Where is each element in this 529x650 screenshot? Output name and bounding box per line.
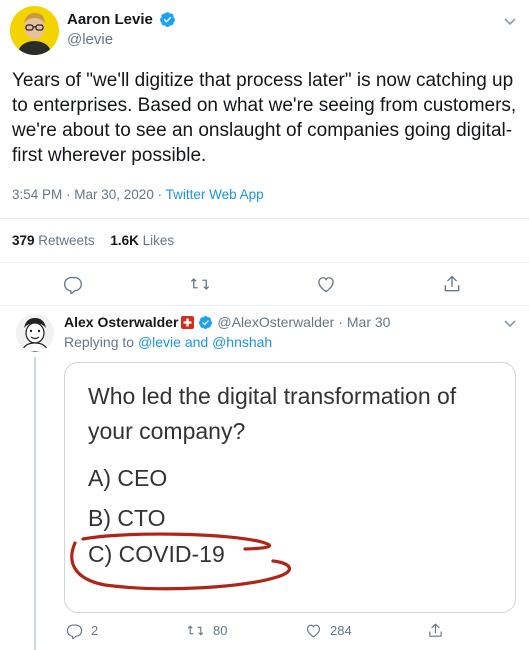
replying-to: Replying to @levie and @hnshah — [64, 334, 272, 350]
image-question: Who led the digital transformation of yo… — [88, 383, 457, 444]
reply-author-avatar[interactable] — [16, 314, 54, 352]
retweets-stat[interactable]: 379 Retweets — [12, 233, 95, 248]
tweet-source[interactable]: Twitter Web App — [166, 187, 264, 202]
swiss-flag-icon — [181, 315, 195, 329]
divider — [0, 262, 529, 263]
reply-author-handle[interactable]: @AlexOsterwalder — [217, 314, 334, 330]
retweet-icon — [191, 278, 209, 290]
retweets-label: Retweets — [38, 233, 95, 248]
avatar-portrait-icon — [10, 6, 59, 55]
retweet-button[interactable] — [189, 274, 211, 299]
reply-like-button[interactable]: 284 — [305, 622, 352, 639]
tweet-text: Years of "we'll digitize that process la… — [12, 70, 517, 166]
reply-reply-button[interactable]: 2 — [66, 622, 98, 639]
tweet-meta: 3:54 PM · Mar 30, 2020 · Twitter Web App — [12, 187, 264, 202]
author-avatar[interactable] — [10, 6, 59, 55]
meta-separator: · — [153, 187, 166, 202]
likes-count: 1.6K — [110, 233, 139, 248]
reply-date[interactable]: · Mar 30 — [338, 314, 390, 330]
reply-thread-line — [34, 357, 36, 650]
share-button[interactable] — [442, 274, 462, 299]
reply-icon — [66, 624, 83, 639]
like-button[interactable] — [316, 274, 336, 299]
avatar-sketch-icon — [16, 314, 54, 352]
chevron-down-icon — [504, 18, 516, 26]
reply-header: Alex Osterwalder @AlexOsterwalder · Mar … — [64, 314, 390, 330]
replying-prefix: Replying to — [64, 334, 135, 350]
reply-image-card[interactable]: Who led the digital transformation of yo… — [64, 362, 516, 613]
heart-icon — [318, 277, 334, 293]
timestamp[interactable]: 3:54 PM · Mar 30, 2020 — [12, 187, 154, 202]
chevron-down-icon — [504, 320, 516, 328]
verified-badge-icon — [198, 315, 213, 330]
engagement-stats: 379 Retweets 1.6K Likes — [12, 233, 174, 248]
reply-button[interactable] — [63, 274, 83, 299]
more-options-button[interactable] — [503, 14, 517, 33]
reply-retweet-button[interactable]: 80 — [186, 622, 227, 639]
likes-stat[interactable]: 1.6K Likes — [110, 233, 174, 248]
verified-badge-icon — [159, 11, 176, 28]
author-handle[interactable]: @levie — [67, 31, 113, 48]
likes-label: Likes — [142, 233, 175, 248]
share-icon — [429, 623, 442, 637]
divider — [0, 305, 529, 306]
reply-share-button[interactable] — [427, 622, 444, 639]
divider — [0, 218, 529, 219]
retweets-count: 379 — [12, 233, 35, 248]
circle-marker — [70, 532, 291, 591]
share-icon — [444, 275, 460, 292]
reply-icon — [63, 276, 83, 295]
retweet-count: 80 — [213, 623, 228, 638]
retweet-icon — [187, 625, 204, 636]
replying-users[interactable]: @levie and @hnshah — [138, 334, 272, 350]
reply-author-name[interactable]: Alex Osterwalder — [64, 314, 178, 330]
reply-more-options-button[interactable] — [503, 316, 517, 335]
reply-count: 2 — [91, 623, 99, 638]
author-name[interactable]: Aaron Levie — [67, 11, 153, 28]
heart-icon — [306, 624, 321, 638]
like-count: 284 — [330, 623, 352, 638]
image-option-a: A) CEO — [88, 465, 168, 491]
